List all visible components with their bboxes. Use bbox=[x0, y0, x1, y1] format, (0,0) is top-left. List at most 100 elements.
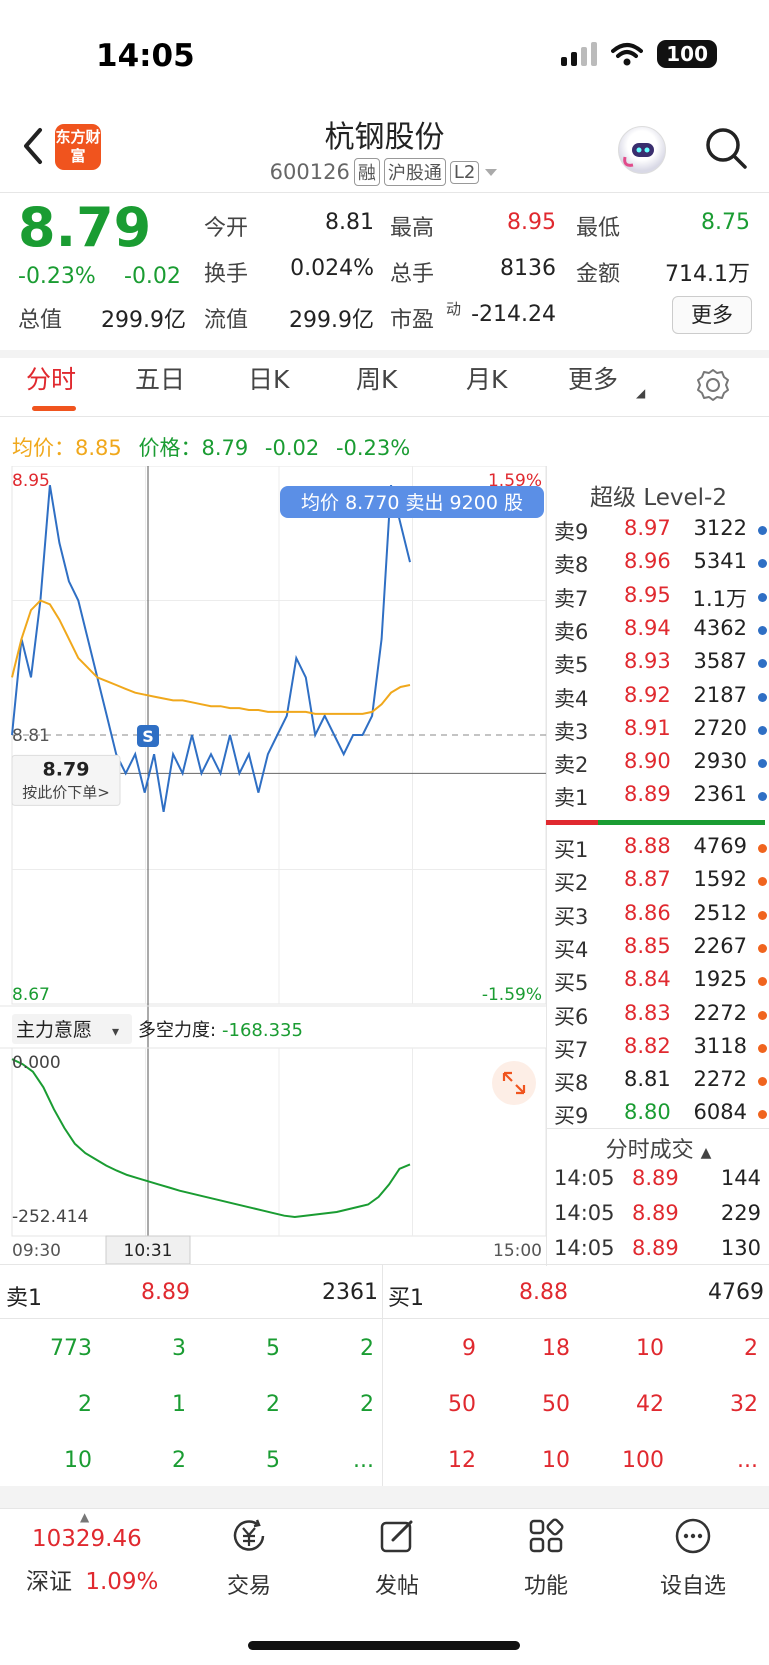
sell-queue-cell: 1 bbox=[172, 1392, 186, 1417]
tab-five-day[interactable]: 五日 bbox=[135, 360, 185, 396]
bid-label: 买5 bbox=[554, 971, 589, 996]
ask-row[interactable]: 卖9 8.97 3122 bbox=[554, 516, 769, 546]
ask-label: 卖6 bbox=[554, 619, 589, 644]
sell-queue-cell: 2 bbox=[360, 1392, 374, 1417]
bid-row[interactable]: 买6 8.83 2272 bbox=[554, 1001, 769, 1031]
ask-price: 8.91 bbox=[624, 715, 671, 740]
ask-volume: 4362 bbox=[693, 615, 747, 640]
stat-label: 金额 bbox=[576, 262, 621, 287]
ask-dot-icon bbox=[758, 725, 767, 735]
stat-label: 今开 bbox=[204, 216, 249, 241]
caret-up-icon: ▲ bbox=[700, 1145, 712, 1161]
ask-label: 卖1 bbox=[554, 786, 589, 811]
ask-price: 8.89 bbox=[624, 782, 671, 807]
stat-value: 8.95 bbox=[507, 210, 556, 235]
index-line[interactable]: 深证 1.09% bbox=[26, 1562, 158, 1596]
indicator-line bbox=[11, 1058, 411, 1219]
tab-more[interactable]: 更多 bbox=[568, 360, 618, 396]
ask-price: 8.94 bbox=[624, 615, 671, 640]
series-avg-line bbox=[11, 599, 411, 715]
tab-add-watchlist[interactable]: 设自选 bbox=[633, 1512, 753, 1600]
bid-label: 买2 bbox=[554, 871, 589, 896]
trade-price: 8.89 bbox=[632, 1201, 679, 1225]
price-low-label: 8.67 bbox=[12, 985, 50, 1005]
trade-row: 14:05 8.89 130 bbox=[554, 1236, 769, 1266]
bid-dot-icon bbox=[758, 1043, 767, 1053]
ask-row[interactable]: 卖3 8.91 2720 bbox=[554, 716, 769, 746]
bid-row[interactable]: 买9 8.80 6084 bbox=[554, 1100, 769, 1130]
bid-price: 8.87 bbox=[624, 867, 671, 892]
buy-queue-cell: ... bbox=[737, 1448, 758, 1473]
bid-row[interactable]: 买4 8.85 2267 bbox=[554, 934, 769, 964]
bid-dot-icon bbox=[758, 1077, 767, 1087]
trade-time: 14:05 bbox=[554, 1201, 615, 1225]
sell-1-price: 8.89 bbox=[141, 1280, 190, 1305]
index-pct: 1.09% bbox=[85, 1569, 159, 1595]
sell-1-volume: 2361 bbox=[322, 1280, 378, 1305]
ask-row[interactable]: 卖2 8.90 2930 bbox=[554, 749, 769, 779]
bid-price: 8.88 bbox=[624, 834, 671, 858]
sell-queue-cell: 773 bbox=[50, 1336, 92, 1361]
tab-intraday[interactable]: 分时 bbox=[26, 360, 76, 396]
trade-volume: 229 bbox=[720, 1201, 761, 1225]
bid-row[interactable]: 买1 8.88 4769 bbox=[554, 834, 769, 864]
more-button[interactable]: 更多 bbox=[672, 296, 752, 334]
tab-daily-k[interactable]: 日K bbox=[248, 360, 289, 396]
bid-row[interactable]: 买5 8.84 1925 bbox=[554, 967, 769, 997]
stat-value: 299.9亿 bbox=[101, 308, 186, 333]
ask-row[interactable]: 卖1 8.89 2361 bbox=[554, 782, 769, 812]
trade-price: 8.89 bbox=[632, 1166, 679, 1190]
price-high-label: 8.95 bbox=[12, 471, 50, 491]
tab-weekly-k[interactable]: 周K bbox=[356, 360, 397, 396]
caret-down-icon[interactable] bbox=[483, 166, 499, 178]
buy-queue-cell: 50 bbox=[542, 1392, 570, 1417]
bid-price: 8.82 bbox=[624, 1033, 671, 1058]
x-label-close: 15:00 bbox=[493, 1241, 542, 1261]
tag-l2: L2 bbox=[449, 160, 480, 184]
divider bbox=[546, 1128, 769, 1129]
assistant-avatar-icon[interactable] bbox=[618, 126, 666, 174]
ask-row[interactable]: 卖6 8.94 4362 bbox=[554, 616, 769, 646]
bid-row[interactable]: 买2 8.87 1592 bbox=[554, 867, 769, 897]
sell-queue-cell: 3 bbox=[172, 1336, 186, 1361]
divider bbox=[0, 1318, 769, 1319]
ask-price: 8.97 bbox=[624, 516, 671, 540]
ask-volume: 3122 bbox=[693, 516, 747, 540]
trade-price: 8.89 bbox=[632, 1236, 679, 1260]
divider bbox=[382, 1264, 383, 1486]
ask-price: 8.92 bbox=[624, 682, 671, 707]
search-icon[interactable] bbox=[704, 126, 748, 170]
status-time: 14:05 bbox=[96, 38, 195, 74]
divider bbox=[0, 416, 769, 417]
sell-queue-cell: 10 bbox=[64, 1448, 92, 1473]
stat-label: 总手 bbox=[390, 262, 435, 287]
tab-trade[interactable]: 交易 bbox=[189, 1512, 309, 1600]
divider bbox=[0, 192, 769, 193]
bid-row[interactable]: 买3 8.86 2512 bbox=[554, 901, 769, 931]
cursor-price: 8.79 bbox=[43, 758, 90, 780]
bid-volume: 2272 bbox=[693, 1000, 747, 1025]
ask-row[interactable]: 卖7 8.95 1.1万 bbox=[554, 583, 769, 613]
tab-add-watchlist-label: 设自选 bbox=[659, 1574, 726, 1599]
index-value[interactable]: 10329.46 bbox=[32, 1526, 142, 1552]
indicator-top-label: 0.000 bbox=[12, 1053, 61, 1073]
ask-row[interactable]: 卖4 8.92 2187 bbox=[554, 683, 769, 713]
indicator-bottom-label: -252.414 bbox=[12, 1207, 88, 1227]
bid-row[interactable]: 买7 8.82 3118 bbox=[554, 1034, 769, 1064]
trades-title[interactable]: 分时成交 ▲ bbox=[548, 1132, 769, 1164]
tab-post[interactable]: 发帖 bbox=[337, 1512, 457, 1600]
ask-row[interactable]: 卖8 8.96 5341 bbox=[554, 549, 769, 579]
status-icons: 100 bbox=[561, 40, 717, 68]
sell-1-label: 卖1 bbox=[6, 1286, 42, 1311]
force-value: -168.335 bbox=[222, 1020, 303, 1041]
buy-1-label: 买1 bbox=[388, 1286, 424, 1311]
tab-monthly-k[interactable]: 月K bbox=[466, 360, 507, 396]
bid-row[interactable]: 买8 8.81 2272 bbox=[554, 1067, 769, 1097]
ask-volume: 2720 bbox=[693, 715, 747, 740]
intraday-chart[interactable]: 8.95 1.59%8.67 -1.59%8.818.79按此价下单>S均价 8.7… bbox=[0, 466, 548, 1266]
ask-row[interactable]: 卖5 8.93 3587 bbox=[554, 649, 769, 679]
gear-icon[interactable] bbox=[696, 368, 730, 402]
tab-functions[interactable]: 功能 bbox=[486, 1512, 606, 1600]
price-label: 价格： bbox=[138, 436, 202, 460]
trade-volume: 130 bbox=[720, 1236, 761, 1260]
